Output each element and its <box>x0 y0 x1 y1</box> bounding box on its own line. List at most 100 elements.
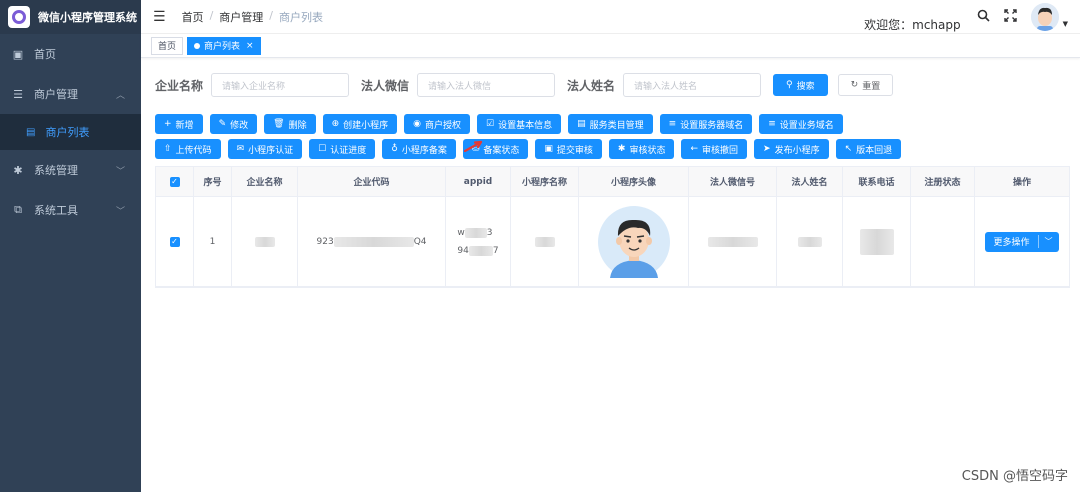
appid-cell: w 3 94 7 <box>446 197 511 286</box>
checkbox-checked-icon[interactable]: ✓ <box>169 176 180 187</box>
column-header: appid <box>446 167 511 196</box>
column-header: 操作 <box>1012 178 1031 188</box>
row-select-cell[interactable]: ✓ <box>156 197 194 286</box>
legal-name-cell <box>777 197 843 286</box>
search-button[interactable]: ⚲ 搜索 <box>773 74 828 96</box>
checkbox-icon: ☑ <box>486 119 495 129</box>
send-icon: ➤ <box>763 144 771 154</box>
list-icon: ▤ <box>26 126 36 138</box>
avatar[interactable] <box>1030 3 1059 31</box>
search-icon: ⚲ <box>786 80 793 90</box>
miniprogram-avatar <box>597 205 670 278</box>
company-name-label: 企业名称 <box>155 78 204 93</box>
sidebar-item-home[interactable]: ▣ 首页 <box>0 34 141 74</box>
miniprogram-filing-button[interactable]: ♁ 小程序备案 <box>382 139 456 159</box>
active-dot-icon <box>194 42 201 49</box>
button-label: 发布小程序 <box>774 145 820 156</box>
button-label: 小程序认证 <box>248 145 294 156</box>
column-header: 企业代码 <box>298 167 446 196</box>
legal-wechat-input[interactable]: 请输入法人微信 <box>417 73 556 97</box>
review-status-button[interactable]: ✱ 审核状态 <box>608 139 675 159</box>
brand[interactable]: 微信小程序管理系统 <box>0 0 141 34</box>
search-icon[interactable] <box>977 9 990 26</box>
reset-button-label: 重置 <box>862 81 881 92</box>
tags-view: 首页 商户列表 × <box>141 34 1080 58</box>
breadcrumb-item[interactable]: 首页 <box>182 9 204 25</box>
publish-miniprogram-button[interactable]: ➤ 发布小程序 <box>754 139 829 159</box>
button-label: 小程序备案 <box>401 145 447 156</box>
appid-part: 7 <box>492 245 499 256</box>
rollback-icon: ↖ <box>844 144 853 154</box>
redacted-value <box>534 236 555 247</box>
sidebar-item-label: 商户列表 <box>45 126 90 139</box>
miniprogram-name-cell <box>511 197 579 286</box>
sidebar-item-merchant-list[interactable]: ▤ 商户列表 <box>0 114 141 150</box>
add-button[interactable]: + 新增 <box>155 114 203 134</box>
button-label: 服务类目管理 <box>589 120 644 131</box>
sidebar-item-merchant[interactable]: ☰ 商户管理 ︿ <box>0 74 141 114</box>
submit-icon: ▣ <box>544 144 553 154</box>
cert-progress-button[interactable]: ☐ 认证进度 <box>309 139 376 159</box>
legal-wechat-cell <box>689 197 777 286</box>
edit-icon: ✎ <box>218 119 227 129</box>
more-actions-button[interactable]: 更多操作 ﹀ <box>985 231 1059 252</box>
actions-cell: 更多操作 ﹀ <box>975 197 1069 286</box>
tag-label: 商户列表 <box>204 42 241 52</box>
version-rollback-button[interactable]: ↖ 版本回退 <box>835 139 902 159</box>
merchant-icon: ☰ <box>13 87 23 101</box>
search-form: 企业名称 请输入企业名称 法人微信 请输入法人微信 法人姓名 请输入法人姓名 ⚲… <box>155 73 894 97</box>
button-label: 审核状态 <box>629 145 666 156</box>
register-status-cell <box>911 197 975 286</box>
watermark: CSDN @悟空码字 <box>961 469 1068 484</box>
button-label: 备案状态 <box>483 145 520 156</box>
upload-code-button[interactable]: ⇧ 上传代码 <box>155 139 221 159</box>
menu-icon: ≡ <box>768 119 776 129</box>
category-manage-button[interactable]: ▤ 服务类目管理 <box>568 114 653 134</box>
company-name-input[interactable]: 请输入企业名称 <box>211 73 350 97</box>
auth-icon: ◉ <box>413 119 421 129</box>
button-label: 设置服务器域名 <box>680 120 744 131</box>
create-miniprogram-button[interactable]: ⊕ 创建小程序 <box>322 114 398 134</box>
chevron-down-icon[interactable]: ﹀ <box>1039 236 1059 247</box>
button-label: 删除 <box>288 120 307 131</box>
delete-button[interactable]: 🗑 删除 <box>264 114 316 134</box>
sidebar-item-system[interactable]: ✱ 系统管理 ﹀ <box>0 150 141 190</box>
breadcrumb-item[interactable]: 商户管理 <box>219 9 263 25</box>
submit-review-button[interactable]: ▣ 提交审核 <box>535 139 602 159</box>
set-business-domain-button[interactable]: ≡ 设置业务域名 <box>759 114 843 134</box>
code-prefix: 923 <box>316 236 334 247</box>
merchant-auth-button[interactable]: ◉ 商户授权 <box>404 114 471 134</box>
close-icon[interactable]: × <box>246 41 254 51</box>
legal-name-input[interactable]: 请输入法人姓名 <box>623 73 762 97</box>
chevron-down-icon: ﹀ <box>115 166 125 177</box>
sidebar-item-tools[interactable]: ⧉ 系统工具 ﹀ <box>0 190 141 230</box>
trash-icon: 🗑 <box>273 119 285 129</box>
appid-part: 3 <box>486 227 493 238</box>
edit-button[interactable]: ✎ 修改 <box>209 114 258 134</box>
navbar: ☰ 首页 / 商户管理 / 商户列表 欢迎您：mchapp ▼ <box>141 0 1080 34</box>
breadcrumb-separator: / <box>269 8 273 22</box>
table-row[interactable]: ✓ 1 923 Q4 w3 94 7 更多操作 ﹀ <box>156 197 1069 287</box>
redacted-value <box>859 228 894 255</box>
checkbox-checked-icon[interactable]: ✓ <box>169 236 180 247</box>
set-basic-info-button[interactable]: ☑ 设置基本信息 <box>477 114 562 134</box>
toolbar-row-2: ⇧ 上传代码 ✉ 小程序认证 ☐ 认证进度 ♁ 小程序备案 ⛁ 备案状态 ▣ 提交审核 ✱ 审… <box>155 139 902 159</box>
reset-button[interactable]: ↻ 重置 <box>837 74 894 96</box>
caret-down-icon[interactable]: ▼ <box>1063 20 1068 28</box>
miniprogram-cert-button[interactable]: ✉ 小程序认证 <box>227 139 303 159</box>
tag-home[interactable]: 首页 <box>151 36 184 55</box>
button-label: 修改 <box>230 120 249 131</box>
button-label: 上传代码 <box>175 145 212 156</box>
toolbox-icon: ⧉ <box>14 203 22 216</box>
tag-merchant-list[interactable]: 商户列表 × <box>187 36 261 55</box>
select-all-cell[interactable]: ✓ <box>156 167 194 196</box>
fullscreen-icon[interactable] <box>1003 8 1017 26</box>
set-server-domain-button[interactable]: ≡ 设置服务器域名 <box>659 114 753 134</box>
company-name-cell <box>232 197 298 286</box>
review-withdraw-button[interactable]: ← 审核撤回 <box>681 139 748 159</box>
redacted-value <box>333 236 414 247</box>
hamburger-icon[interactable]: ☰ <box>153 9 166 25</box>
button-label: 创建小程序 <box>343 120 389 131</box>
column-header: 小程序名称 <box>511 167 579 196</box>
toolbar-row-1: + 新增 ✎ 修改 🗑 删除 ⊕ 创建小程序 ◉ 商户授权 ☑ 设置基本信息 ▤ 服务类目管理… <box>155 114 843 134</box>
